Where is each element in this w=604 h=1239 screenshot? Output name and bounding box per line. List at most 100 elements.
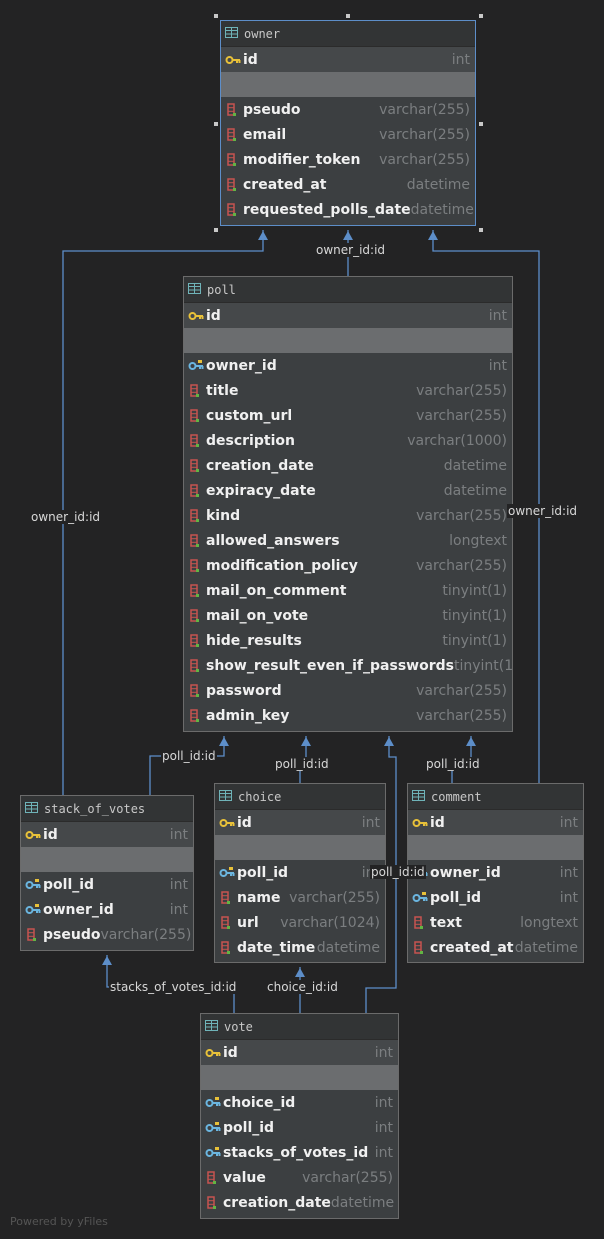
foreign-key-icon [188, 359, 206, 373]
table-header[interactable]: poll [184, 277, 512, 303]
table-poll[interactable]: poll id int owner_id int title varchar(255) cus… [183, 276, 513, 732]
table-header[interactable]: comment [408, 784, 583, 810]
column-row[interactable]: stacks_of_votes_id int [201, 1140, 398, 1165]
column-row[interactable]: poll_idint [21, 872, 193, 897]
column-row-primary-key[interactable]: id int [215, 810, 385, 835]
column-name: modifier_token [243, 151, 361, 168]
selection-handle[interactable] [214, 122, 218, 126]
column-name: description [206, 432, 295, 449]
column-icon [25, 927, 43, 942]
table-choice[interactable]: choice id int poll_idintname varchar(255) url… [214, 783, 386, 963]
column-type: datetime [443, 482, 507, 499]
column-name: admin_key [206, 707, 290, 724]
table-header[interactable]: vote [201, 1014, 398, 1040]
table-header[interactable]: stack_of_votes [21, 796, 193, 822]
column-name: name [237, 889, 281, 906]
column-row[interactable]: created_at datetime [221, 172, 475, 197]
column-type: datetime [406, 176, 470, 193]
column-row[interactable]: url varchar(1024) [215, 910, 385, 935]
column-row[interactable]: requested_polls_date datetime [221, 197, 475, 222]
table-icon [205, 1019, 224, 1034]
selection-handle[interactable] [479, 14, 483, 18]
column-row[interactable]: text longtext [408, 910, 583, 935]
arrowhead [102, 956, 112, 965]
table-header[interactable]: choice [215, 784, 385, 810]
column-name: stacks_of_votes_id [223, 1144, 369, 1161]
column-row[interactable]: owner_id int [408, 860, 583, 885]
column-row[interactable]: mail_on_vote tinyint(1) [184, 603, 512, 628]
column-row[interactable]: expiracy_date datetime [184, 478, 512, 503]
key-separator [184, 328, 512, 353]
column-icon [188, 658, 206, 673]
column-icon [188, 533, 206, 548]
table-header[interactable]: owner [221, 21, 475, 47]
column-row-primary-key[interactable]: id int [184, 303, 512, 328]
column-row[interactable]: password varchar(255) [184, 678, 512, 703]
column-row-primary-key[interactable]: id int [221, 47, 475, 72]
column-row-primary-key[interactable]: id int [408, 810, 583, 835]
column-row[interactable]: owner_id int [21, 897, 193, 922]
column-type: int [374, 1119, 393, 1136]
column-row[interactable]: poll_idint [408, 885, 583, 910]
column-row[interactable]: poll_idint [201, 1115, 398, 1140]
column-type: int [169, 826, 188, 843]
column-type: datetime [330, 1194, 395, 1211]
selection-handle[interactable] [214, 228, 218, 232]
column-row[interactable]: modifier_token varchar(255) [221, 147, 475, 172]
selection-handle[interactable] [346, 14, 350, 18]
column-row-primary-key[interactable]: id int [201, 1040, 398, 1065]
column-row[interactable]: allowed_answers longtext [184, 528, 512, 553]
column-row[interactable]: choice_id int [201, 1090, 398, 1115]
column-icon [188, 683, 206, 698]
column-row[interactable]: admin_key varchar(255) [184, 703, 512, 728]
column-row[interactable]: name varchar(255) [215, 885, 385, 910]
column-row[interactable]: value varchar(255) [201, 1165, 398, 1190]
column-icon [219, 940, 237, 955]
arrowhead [343, 231, 353, 240]
selection-handle[interactable] [479, 228, 483, 232]
column-row[interactable]: created_at datetime [408, 935, 583, 960]
column-row[interactable]: hide_results tinyint(1) [184, 628, 512, 653]
column-icon [188, 383, 206, 398]
column-name: hide_results [206, 632, 302, 649]
column-row[interactable]: owner_id int [184, 353, 512, 378]
column-icon [188, 483, 206, 498]
column-row[interactable]: title varchar(255) [184, 378, 512, 403]
table-name: owner [244, 26, 281, 41]
column-row[interactable]: date_time datetime [215, 935, 385, 960]
column-icon [225, 152, 243, 167]
column-row-primary-key[interactable]: id int [21, 822, 193, 847]
selection-handle[interactable] [214, 14, 218, 18]
column-row[interactable]: show_result_even_if_passwords tinyint(1) [184, 653, 512, 678]
table-icon [225, 26, 244, 41]
column-row[interactable]: poll_idint [215, 860, 385, 885]
table-owner[interactable]: owner id int pseudo varchar(255) email varchar… [220, 20, 476, 226]
column-name: pseudo [243, 101, 301, 118]
column-row[interactable]: custom_url varchar(255) [184, 403, 512, 428]
column-name: poll_id [237, 864, 289, 881]
column-row[interactable]: kind varchar(255) [184, 503, 512, 528]
column-row[interactable]: email varchar(255) [221, 122, 475, 147]
selection-handle[interactable] [479, 122, 483, 126]
table-stack-of-votes[interactable]: stack_of_votesid int poll_id int owner_id int… [20, 795, 194, 951]
column-row[interactable]: pseudo varchar(255) [21, 922, 193, 947]
column-type: longtext [520, 914, 578, 931]
column-icon [412, 940, 430, 955]
column-type: varchar(255) [289, 889, 380, 906]
table-comment[interactable]: comment id int owner_id int poll_id int text lon… [407, 783, 584, 963]
arrowhead [258, 231, 268, 240]
column-type: int [451, 51, 470, 68]
column-row[interactable]: creation_date datetime [184, 453, 512, 478]
column-row[interactable]: pseudo varchar(255) [221, 97, 475, 122]
column-row[interactable]: description varchar(1000) [184, 428, 512, 453]
column-type: int [169, 901, 188, 918]
column-row[interactable]: modification_policy varchar(255) [184, 553, 512, 578]
table-name: stack_of_votes [44, 801, 146, 816]
column-type: int [559, 814, 578, 831]
column-row[interactable]: mail_on_comment tinyint(1) [184, 578, 512, 603]
table-vote[interactable]: vote id int choice_id int poll_id int stacks_of… [200, 1013, 399, 1219]
arrowhead [295, 968, 305, 977]
column-row[interactable]: creation_date datetime [201, 1190, 398, 1215]
key-separator [215, 835, 385, 860]
column-type: datetime [443, 457, 507, 474]
